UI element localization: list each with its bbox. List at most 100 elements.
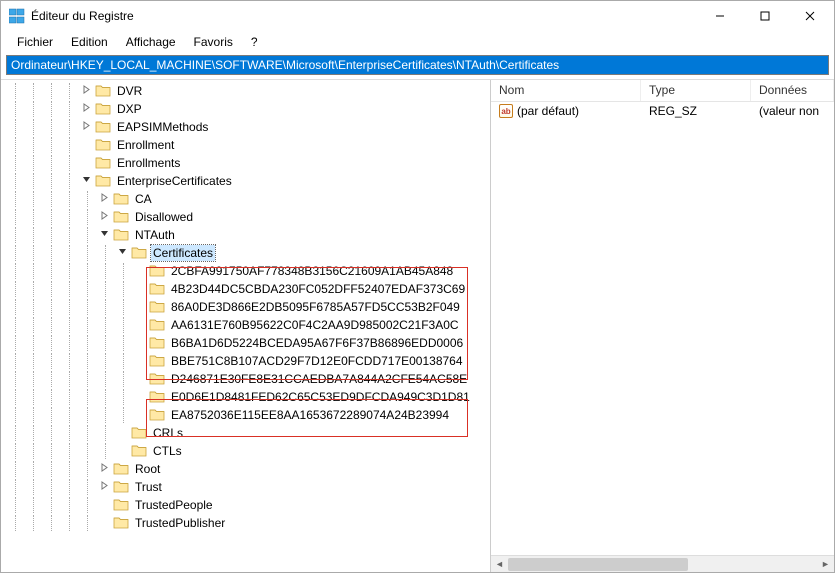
scroll-right-icon[interactable]: ►	[817, 556, 834, 573]
tree-item-label: D246871E30FE8E31CCAEDBA7A844A2CFE54AC58E	[169, 371, 469, 387]
tree-item[interactable]: CA	[1, 190, 490, 208]
expander-icon[interactable]	[115, 247, 129, 259]
expander-icon[interactable]	[97, 211, 111, 223]
expander-icon[interactable]	[97, 481, 111, 493]
tree-item[interactable]: Certificates	[1, 244, 490, 262]
column-name-header[interactable]: Nom	[491, 80, 641, 101]
value-data: (valeur non	[751, 104, 834, 118]
expander-icon[interactable]	[79, 121, 93, 133]
tree-pane[interactable]: DVRDXPEAPSIMMethodsEnrollment Enrollments…	[1, 80, 491, 572]
tree-item[interactable]: DVR	[1, 82, 490, 100]
tree-item-label: Disallowed	[133, 209, 195, 225]
tree-item[interactable]: Root	[1, 460, 490, 478]
tree-item-label: EA8752036E115EE8AA1653672289074A24B23994	[169, 407, 451, 423]
tree-item[interactable]: BBE751C8B107ACD29F7D12E0FCDD717E00138764	[1, 352, 490, 370]
folder-icon	[149, 264, 165, 278]
tree-item-label: DXP	[115, 101, 144, 117]
folder-icon	[95, 84, 111, 98]
menu-favorites[interactable]: Favoris	[186, 33, 241, 51]
tree-item-label: Certificates	[151, 245, 215, 261]
tree-item[interactable]: B6BA1D6D5224BCEDA95A67F6F37B86896EDD0006	[1, 334, 490, 352]
address-bar	[1, 53, 834, 79]
tree-item[interactable]: CTLs	[1, 442, 490, 460]
list-item[interactable]: ab (par défaut) REG_SZ (valeur non	[491, 102, 834, 120]
close-button[interactable]	[787, 2, 832, 30]
expander-icon[interactable]	[97, 463, 111, 475]
menu-file[interactable]: Fichier	[9, 33, 61, 51]
tree-item[interactable]: 4B23D44DC5CBDA230FC052DFF52407EDAF373C69	[1, 280, 490, 298]
tree-item[interactable]: NTAuth	[1, 226, 490, 244]
folder-icon	[95, 174, 111, 188]
tree-item[interactable]: EAPSIMMethods	[1, 118, 490, 136]
tree-item[interactable]: 86A0DE3D866E2DB5095F6785A57FD5CC53B2F049	[1, 298, 490, 316]
folder-icon	[149, 372, 165, 386]
tree-item[interactable]: D246871E30FE8E31CCAEDBA7A844A2CFE54AC58E	[1, 370, 490, 388]
column-type-header[interactable]: Type	[641, 80, 751, 101]
tree-item[interactable]: Disallowed	[1, 208, 490, 226]
values-header: Nom Type Données	[491, 80, 834, 102]
folder-icon	[113, 210, 129, 224]
scroll-thumb[interactable]	[508, 558, 688, 571]
regedit-icon	[9, 8, 25, 24]
values-pane: Nom Type Données ab (par défaut) REG_SZ …	[491, 80, 834, 572]
tree-item-label: NTAuth	[133, 227, 177, 243]
menu-help[interactable]: ?	[243, 33, 266, 51]
horizontal-scrollbar[interactable]: ◄ ►	[491, 555, 834, 572]
folder-icon	[113, 462, 129, 476]
folder-icon	[95, 156, 111, 170]
tree-item-label: Trust	[133, 479, 164, 495]
tree-item[interactable]: Enrollment	[1, 136, 490, 154]
menu-bar: Fichier Edition Affichage Favoris ?	[1, 31, 834, 53]
scroll-track[interactable]	[508, 556, 817, 572]
scroll-left-icon[interactable]: ◄	[491, 556, 508, 573]
folder-icon	[95, 138, 111, 152]
tree-item[interactable]: E0D6E1D8481FED62C65C53ED9DFCDA949C3D1D81	[1, 388, 490, 406]
tree-item-label: CA	[133, 191, 154, 207]
folder-icon	[149, 390, 165, 404]
column-data-header[interactable]: Données	[751, 80, 834, 101]
expander-icon[interactable]	[79, 103, 93, 115]
menu-view[interactable]: Affichage	[118, 33, 184, 51]
folder-icon	[131, 246, 147, 260]
folder-icon	[149, 300, 165, 314]
tree-item[interactable]: 2CBFA991750AF778348B3156C21609A1AB45A848	[1, 262, 490, 280]
tree-item-label: TrustedPeople	[133, 497, 215, 513]
tree-item-label: TrustedPublisher	[133, 515, 227, 531]
tree-item-label: BBE751C8B107ACD29F7D12E0FCDD717E00138764	[169, 353, 465, 369]
address-input[interactable]	[6, 55, 829, 75]
tree-item-label: CTLs	[151, 443, 184, 459]
tree-item[interactable]: TrustedPublisher	[1, 514, 490, 532]
expander-icon[interactable]	[97, 193, 111, 205]
tree-item[interactable]: DXP	[1, 100, 490, 118]
tree-item[interactable]: TrustedPeople	[1, 496, 490, 514]
folder-icon	[113, 516, 129, 530]
maximize-button[interactable]	[742, 2, 787, 30]
expander-icon[interactable]	[97, 229, 111, 241]
tree-item[interactable]: Enrollments	[1, 154, 490, 172]
folder-icon	[149, 282, 165, 296]
tree-item-label: Enrollment	[115, 137, 176, 153]
tree-item-label: 2CBFA991750AF778348B3156C21609A1AB45A848	[169, 263, 455, 279]
tree-item[interactable]: CRLs	[1, 424, 490, 442]
string-value-icon: ab	[499, 104, 513, 118]
folder-icon	[113, 498, 129, 512]
value-name: (par défaut)	[517, 104, 579, 118]
tree-item-label: Enrollments	[115, 155, 182, 171]
window-controls	[697, 2, 832, 30]
tree-item[interactable]: EnterpriseCertificates	[1, 172, 490, 190]
minimize-button[interactable]	[697, 2, 742, 30]
tree-item[interactable]: AA6131E760B95622C0F4C2AA9D985002C21F3A0C	[1, 316, 490, 334]
window-title: Éditeur du Registre	[31, 9, 697, 23]
expander-icon[interactable]	[79, 85, 93, 97]
folder-icon	[149, 318, 165, 332]
tree-item-label: CRLs	[151, 425, 185, 441]
values-list[interactable]: ab (par défaut) REG_SZ (valeur non	[491, 102, 834, 555]
tree-item[interactable]: Trust	[1, 478, 490, 496]
folder-icon	[95, 102, 111, 116]
content-area: DVRDXPEAPSIMMethodsEnrollment Enrollments…	[1, 79, 834, 572]
tree-item-label: 4B23D44DC5CBDA230FC052DFF52407EDAF373C69	[169, 281, 467, 297]
tree-item[interactable]: EA8752036E115EE8AA1653672289074A24B23994	[1, 406, 490, 424]
expander-icon[interactable]	[79, 175, 93, 187]
menu-edit[interactable]: Edition	[63, 33, 116, 51]
tree-item-label: Root	[133, 461, 162, 477]
